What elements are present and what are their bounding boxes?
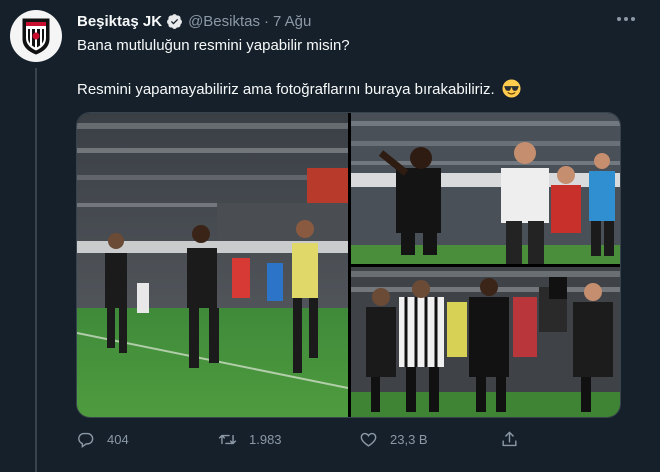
share-button[interactable] bbox=[500, 430, 531, 449]
photo-player-and-coach-celebrating[interactable] bbox=[351, 113, 620, 264]
photo-team-celebration-run[interactable] bbox=[77, 113, 348, 417]
tweet-date[interactable]: 7 Ağu bbox=[273, 13, 311, 30]
photo-player-and-coach-celebrating-image bbox=[351, 113, 620, 264]
tweet-actions: 404 1.983 23,3 B bbox=[76, 430, 546, 456]
like-count: 23,3 B bbox=[390, 432, 428, 447]
share-icon bbox=[502, 431, 517, 447]
like-button[interactable]: 23,3 B bbox=[359, 430, 428, 449]
author-name[interactable]: Beşiktaş JK bbox=[77, 13, 162, 30]
heart-icon bbox=[360, 432, 377, 447]
tweet-text-line-2-content: Resmini yapamayabiliriz ama fotoğrafları… bbox=[77, 81, 495, 98]
verified-badge-icon bbox=[167, 13, 182, 29]
retweet-icon bbox=[218, 434, 237, 445]
tweet[interactable]: Beşiktaş JK @Besiktas · 7 Ağu Bana mutlu… bbox=[0, 0, 660, 472]
tweet-text-line-2: Resmini yapamayabiliriz ama fotoğrafları… bbox=[77, 79, 521, 98]
reply-icon bbox=[78, 432, 94, 448]
header-separator: · bbox=[263, 12, 269, 30]
tweet-header: Beşiktaş JK @Besiktas · 7 Ağu bbox=[77, 10, 311, 32]
sunglasses-emoji-icon bbox=[502, 79, 521, 98]
more-dots-icon bbox=[617, 17, 635, 21]
reply-count: 404 bbox=[107, 432, 129, 447]
tweet-text-line-1: Bana mutluluğun resmini yapabilir misin? bbox=[77, 37, 350, 54]
retweet-count: 1.983 bbox=[249, 432, 282, 447]
photo-players-group-hug-image bbox=[351, 267, 620, 417]
more-options-icon[interactable] bbox=[614, 9, 638, 29]
photo-players-group-hug[interactable] bbox=[351, 267, 620, 417]
thread-line bbox=[35, 68, 37, 472]
author-handle[interactable]: @Besiktas bbox=[188, 13, 260, 30]
besiktas-crest-icon bbox=[22, 18, 50, 55]
media-grid bbox=[76, 112, 621, 418]
reply-button[interactable]: 404 bbox=[76, 430, 129, 449]
avatar[interactable] bbox=[10, 10, 62, 62]
retweet-button[interactable]: 1.983 bbox=[218, 430, 282, 449]
photo-team-celebration-run-image bbox=[77, 113, 348, 417]
